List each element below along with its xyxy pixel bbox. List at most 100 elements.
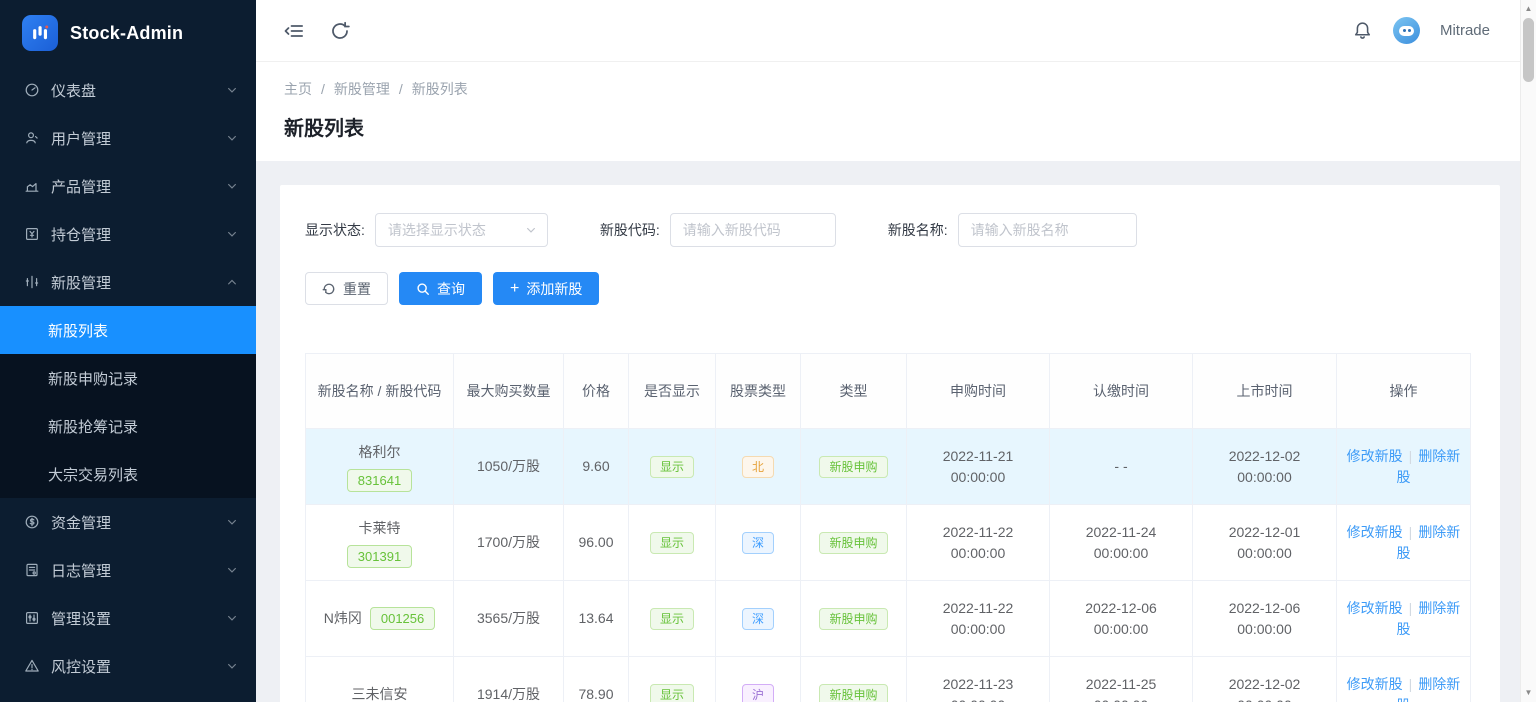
max-buy-cell: 3565/万股 bbox=[454, 581, 564, 657]
max-buy-cell: 1914/万股 bbox=[454, 657, 564, 702]
add-stock-button[interactable]: + 添加新股 bbox=[493, 272, 599, 305]
chevron-down-icon bbox=[226, 564, 238, 576]
table-row: N炜冈0012563565/万股13.64显示深新股申购2022-11-2200… bbox=[306, 581, 1471, 657]
dashboard-icon bbox=[24, 82, 40, 98]
stock-code-badge: 831641 bbox=[347, 469, 412, 492]
subscribe-time-cell: 2022-11-2200:00:00 bbox=[907, 581, 1050, 657]
type-cell: 新股申购 bbox=[801, 505, 907, 581]
sidebar-item-日志管理[interactable]: 日志管理 bbox=[0, 546, 256, 594]
sidebar-subitem-新股抢筹记录[interactable]: 新股抢筹记录 bbox=[0, 402, 256, 450]
user-avatar[interactable] bbox=[1393, 17, 1420, 44]
sidebar-item-管理设置[interactable]: 管理设置 bbox=[0, 594, 256, 642]
显示-badge: 显示 bbox=[650, 532, 694, 554]
status-select[interactable]: 请选择显示状态 bbox=[375, 213, 548, 247]
stock-name: N炜冈 bbox=[324, 608, 362, 629]
page-header: 主页 / 新股管理 / 新股列表 新股列表 bbox=[256, 62, 1536, 161]
search-button[interactable]: 查询 bbox=[399, 272, 482, 305]
visible-cell: 显示 bbox=[629, 581, 716, 657]
settings-icon bbox=[24, 610, 40, 626]
delete-stock-link[interactable]: 删除新股 bbox=[1397, 448, 1461, 485]
breadcrumb-item-主页[interactable]: 主页 bbox=[284, 79, 312, 99]
breadcrumb-separator: / bbox=[399, 81, 403, 97]
北-badge: 北 bbox=[742, 456, 774, 478]
collapse-sidebar-icon[interactable] bbox=[284, 21, 304, 41]
显示-badge: 显示 bbox=[650, 608, 694, 630]
breadcrumb-separator: / bbox=[321, 81, 325, 97]
breadcrumb-item-新股列表: 新股列表 bbox=[412, 79, 468, 99]
stock-name-cell: N炜冈 001256 bbox=[306, 581, 454, 657]
column-header: 最大购买数量 bbox=[454, 354, 564, 429]
sidebar-item-用户管理[interactable]: 用户管理 bbox=[0, 114, 256, 162]
sidebar-item-风控设置[interactable]: 风控设置 bbox=[0, 642, 256, 690]
window-scrollbar[interactable]: ▲ ▼ bbox=[1520, 0, 1536, 702]
sidebar-subitem-大宗交易列表[interactable]: 大宗交易列表 bbox=[0, 450, 256, 498]
edit-stock-link[interactable]: 修改新股 bbox=[1347, 600, 1403, 616]
app-logo[interactable]: Stock-Admin bbox=[0, 0, 256, 66]
risk-icon bbox=[24, 658, 40, 674]
price-cell: 78.90 bbox=[564, 657, 629, 702]
visible-cell: 显示 bbox=[629, 657, 716, 702]
filter-table-card: 显示状态: 请选择显示状态 新股代码: 新股名称: bbox=[280, 185, 1500, 702]
name-input[interactable] bbox=[958, 213, 1137, 247]
新股申购-badge: 新股申购 bbox=[819, 684, 887, 702]
chevron-down-icon bbox=[226, 660, 238, 672]
column-header: 新股名称 / 新股代码 bbox=[306, 354, 454, 429]
新股申购-badge: 新股申购 bbox=[819, 532, 887, 554]
沪-badge: 沪 bbox=[742, 684, 774, 702]
plus-icon: + bbox=[510, 281, 519, 297]
actions-cell: 修改新股|删除新股 bbox=[1337, 429, 1471, 505]
pay-time-cell: 2022-12-0600:00:00 bbox=[1050, 581, 1193, 657]
sidebar-subitem-新股申购记录[interactable]: 新股申购记录 bbox=[0, 354, 256, 402]
topbar: Mitrade bbox=[256, 0, 1536, 62]
newstock-icon bbox=[24, 274, 40, 290]
chevron-down-icon bbox=[226, 612, 238, 624]
chevron-down-icon bbox=[226, 132, 238, 144]
reset-button[interactable]: 重置 bbox=[305, 272, 388, 305]
scroll-down-arrow-icon[interactable]: ▼ bbox=[1521, 685, 1536, 701]
stock-name: 卡莱特 bbox=[359, 518, 401, 539]
column-header: 操作 bbox=[1337, 354, 1471, 429]
chevron-down-icon bbox=[226, 516, 238, 528]
delete-stock-link[interactable]: 删除新股 bbox=[1397, 600, 1461, 637]
delete-stock-link[interactable]: 删除新股 bbox=[1397, 676, 1461, 702]
chevron-down-icon bbox=[226, 180, 238, 192]
list-time-cell: 2022-12-0600:00:00 bbox=[1193, 581, 1337, 657]
stock-code-badge: 001256 bbox=[370, 607, 435, 630]
stock-name-cell: 卡莱特301391 bbox=[306, 505, 454, 581]
chevron-down-icon bbox=[525, 224, 537, 236]
bell-icon[interactable] bbox=[1353, 21, 1373, 41]
delete-stock-link[interactable]: 删除新股 bbox=[1397, 524, 1461, 561]
list-time-cell: 2022-12-0200:00:00 bbox=[1193, 657, 1337, 702]
breadcrumb-item-新股管理[interactable]: 新股管理 bbox=[334, 79, 390, 99]
content: 显示状态: 请选择显示状态 新股代码: 新股名称: bbox=[256, 161, 1536, 702]
edit-stock-link[interactable]: 修改新股 bbox=[1347, 676, 1403, 692]
edit-stock-link[interactable]: 修改新股 bbox=[1347, 448, 1403, 464]
sidebar-item-产品管理[interactable]: 产品管理 bbox=[0, 162, 256, 210]
sidebar-subitem-新股列表[interactable]: 新股列表 bbox=[0, 306, 256, 354]
new-stock-table: 新股名称 / 新股代码最大购买数量价格是否显示股票类型类型申购时间认缴时间上市时… bbox=[305, 353, 1471, 702]
scroll-up-arrow-icon[interactable]: ▲ bbox=[1521, 1, 1536, 17]
sidebar-item-新股管理[interactable]: 新股管理 bbox=[0, 258, 256, 306]
chevron-down-icon bbox=[226, 84, 238, 96]
新股申购-badge: 新股申购 bbox=[819, 608, 887, 630]
actions-cell: 修改新股|删除新股 bbox=[1337, 505, 1471, 581]
stock-type-cell: 北 bbox=[716, 429, 801, 505]
code-input[interactable] bbox=[670, 213, 836, 247]
stock-type-cell: 深 bbox=[716, 505, 801, 581]
list-time-cell: 2022-12-0100:00:00 bbox=[1193, 505, 1337, 581]
actions-cell: 修改新股|删除新股 bbox=[1337, 581, 1471, 657]
sidebar-item-持仓管理[interactable]: 持仓管理 bbox=[0, 210, 256, 258]
page-title: 新股列表 bbox=[284, 112, 1508, 141]
scrollbar-thumb[interactable] bbox=[1523, 18, 1534, 82]
stock-name: 三未信安 bbox=[352, 684, 408, 702]
visible-cell: 显示 bbox=[629, 505, 716, 581]
refresh-icon[interactable] bbox=[330, 21, 350, 41]
sidebar-item-仪表盘[interactable]: 仪表盘 bbox=[0, 66, 256, 114]
pay-time-cell: 2022-11-2500:00:00 bbox=[1050, 657, 1193, 702]
sidebar-item-资金管理[interactable]: 资金管理 bbox=[0, 498, 256, 546]
logs-icon bbox=[24, 562, 40, 578]
stock-name-cell: 三未信安 bbox=[306, 657, 454, 702]
edit-stock-link[interactable]: 修改新股 bbox=[1347, 524, 1403, 540]
list-time-cell: 2022-12-0200:00:00 bbox=[1193, 429, 1337, 505]
type-cell: 新股申购 bbox=[801, 429, 907, 505]
